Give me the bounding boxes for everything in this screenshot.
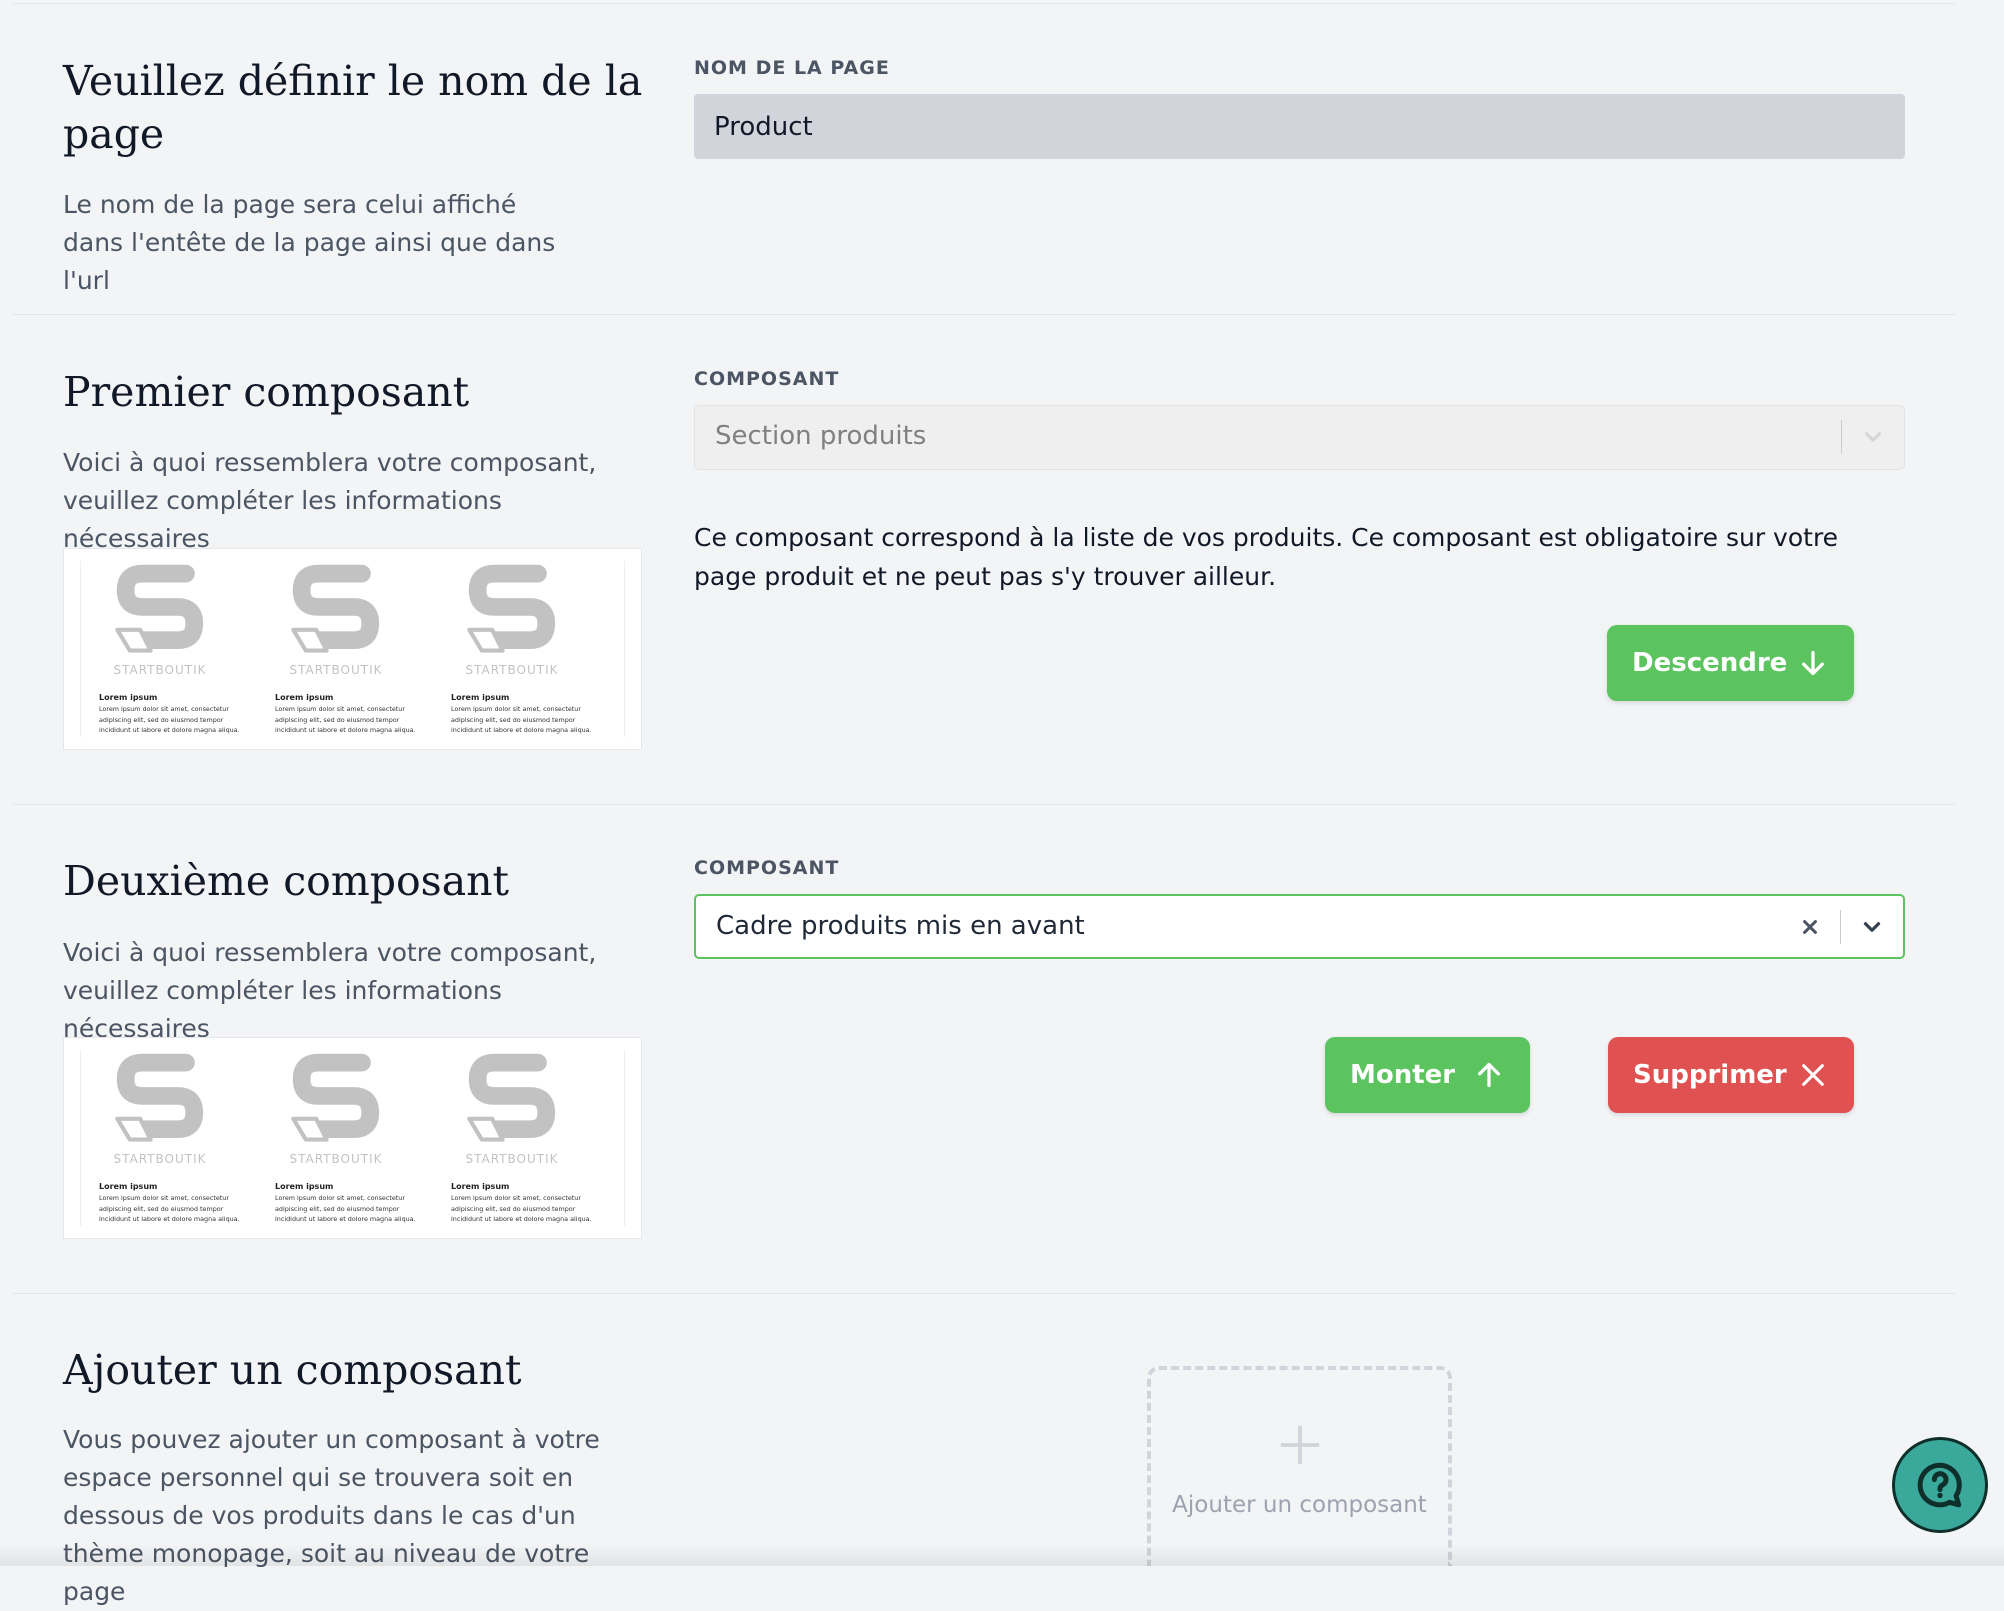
preview-card: STARTBOUTIK Lorem ipsum Lorem ipsum dolo… xyxy=(257,1050,416,1226)
second-component-title: Deuxième composant xyxy=(63,857,510,905)
arrow-up-icon xyxy=(1478,1062,1500,1088)
preview-brand: STARTBOUTIK xyxy=(289,1152,383,1166)
move-down-button[interactable]: Descendre xyxy=(1607,625,1854,701)
first-component-info: Ce composant correspond à la liste de vo… xyxy=(694,523,1839,591)
startboutik-logo xyxy=(467,1053,556,1142)
startboutik-logo xyxy=(291,564,380,653)
plus-icon xyxy=(1280,1425,1320,1465)
preview-card: STARTBOUTIK Lorem ipsum Lorem ipsum dolo… xyxy=(433,561,592,737)
preview-brand: STARTBOUTIK xyxy=(465,663,559,677)
startboutik-logo xyxy=(291,1053,380,1142)
preview-card: STARTBOUTIK Lorem ipsum Lorem ipsum dolo… xyxy=(257,561,416,737)
first-component-select[interactable]: Section produits xyxy=(694,405,1905,470)
preview-card-title: Lorem ipsum xyxy=(275,693,334,702)
startboutik-logo xyxy=(115,564,204,653)
preview-card: STARTBOUTIK Lorem ipsum Lorem ipsum dolo… xyxy=(81,1050,240,1226)
preview-card: STARTBOUTIK Lorem ipsum Lorem ipsum dolo… xyxy=(433,1050,592,1226)
preview-card-body: Lorem ipsum dolor sit amet, consectetur … xyxy=(99,705,240,734)
add-component-title: Ajouter un composant xyxy=(63,1346,522,1394)
preview-brand: STARTBOUTIK xyxy=(289,663,383,677)
close-icon[interactable] xyxy=(1797,914,1823,940)
preview-card: STARTBOUTIK Lorem ipsum Lorem ipsum dolo… xyxy=(81,561,240,737)
preview-card-title: Lorem ipsum xyxy=(99,693,158,702)
select-value: Section produits xyxy=(715,421,927,451)
move-up-label: Monter xyxy=(1350,1060,1456,1090)
page-name-description: Le nom de la page sera celui affiché dan… xyxy=(63,190,556,295)
preview-card-body: Lorem ipsum dolor sit amet, consectetur … xyxy=(275,1194,416,1223)
page-name-label: NOM DE LA PAGE xyxy=(694,57,890,79)
first-component-label: COMPOSANT xyxy=(694,368,840,390)
preview-brand: STARTBOUTIK xyxy=(113,663,207,677)
preview-brand: STARTBOUTIK xyxy=(113,1152,207,1166)
add-component-button[interactable]: Ajouter un composant xyxy=(1147,1366,1452,1566)
first-component-title: Premier composant xyxy=(63,368,470,416)
first-component-description: Voici à quoi ressemblera votre composant… xyxy=(63,448,597,553)
section-divider xyxy=(13,804,1955,805)
preview-card-body: Lorem ipsum dolor sit amet, consectetur … xyxy=(451,705,592,734)
section-divider xyxy=(13,314,1955,315)
arrow-down-icon xyxy=(1802,650,1824,676)
second-component-description: Voici à quoi ressemblera votre composant… xyxy=(63,938,597,1043)
section-divider xyxy=(13,1293,1955,1294)
page-name-input[interactable] xyxy=(694,94,1905,159)
preview-grid: STARTBOUTIK Lorem ipsum Lorem ipsum dolo… xyxy=(80,1050,625,1226)
move-down-label: Descendre xyxy=(1632,648,1788,678)
close-icon xyxy=(1802,1064,1824,1086)
second-component-select[interactable]: Cadre produits mis en avant xyxy=(694,894,1905,959)
second-component-preview: STARTBOUTIK Lorem ipsum Lorem ipsum dolo… xyxy=(63,1037,642,1239)
delete-button[interactable]: Supprimer xyxy=(1608,1037,1854,1113)
startboutik-logo xyxy=(115,1053,204,1142)
second-component-label: COMPOSANT xyxy=(694,857,840,879)
page-name-title: Veuillez définir le nom de la page xyxy=(63,57,643,158)
help-chat-icon xyxy=(1917,1462,1962,1508)
startboutik-logo xyxy=(467,564,556,653)
top-divider xyxy=(13,3,1955,4)
select-separator xyxy=(1840,910,1841,944)
preview-card-title: Lorem ipsum xyxy=(275,1182,334,1191)
preview-card-title: Lorem ipsum xyxy=(451,1182,510,1191)
preview-brand: STARTBOUTIK xyxy=(465,1152,559,1166)
preview-card-title: Lorem ipsum xyxy=(451,693,510,702)
help-chat-button[interactable] xyxy=(1892,1437,1988,1533)
preview-card-body: Lorem ipsum dolor sit amet, consectetur … xyxy=(275,705,416,734)
select-value: Cadre produits mis en avant xyxy=(716,911,1085,941)
add-component-description: Vous pouvez ajouter un composant à votre… xyxy=(63,1425,600,1606)
chevron-down-icon[interactable] xyxy=(1859,914,1885,940)
chevron-down-icon xyxy=(1864,432,1882,442)
preview-grid: STARTBOUTIK Lorem ipsum Lorem ipsum dolo… xyxy=(80,561,625,737)
first-component-preview: STARTBOUTIK Lorem ipsum Lorem ipsum dolo… xyxy=(63,548,642,750)
preview-card-body: Lorem ipsum dolor sit amet, consectetur … xyxy=(451,1194,592,1223)
preview-card-body: Lorem ipsum dolor sit amet, consectetur … xyxy=(99,1194,240,1223)
add-component-label: Ajouter un composant xyxy=(1172,1492,1427,1518)
select-separator xyxy=(1841,420,1842,454)
move-up-button[interactable]: Monter xyxy=(1325,1037,1530,1113)
preview-card-title: Lorem ipsum xyxy=(99,1182,158,1191)
delete-label: Supprimer xyxy=(1633,1060,1787,1090)
